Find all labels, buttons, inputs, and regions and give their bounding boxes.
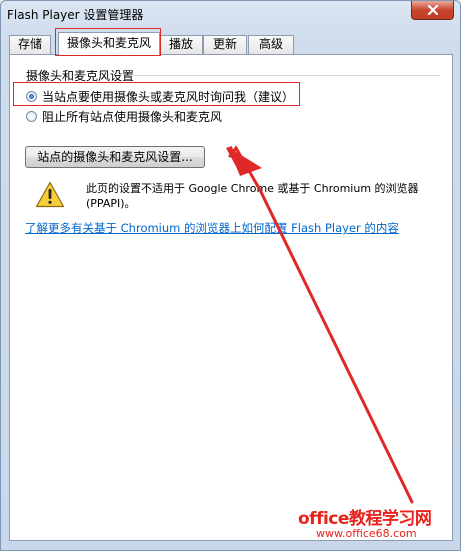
option-ask[interactable]: 当站点要使用摄像头或麦克风时询问我（建议） bbox=[26, 87, 294, 105]
tab-updates[interactable]: 更新 bbox=[203, 35, 247, 54]
watermark-title: office教程学习网 bbox=[298, 509, 432, 529]
warning-text: 此页的设置不适用于 Google Chrome 或基于 Chromium 的浏览… bbox=[86, 182, 419, 210]
tab-advanced[interactable]: 高级 bbox=[248, 35, 294, 54]
group-divider bbox=[130, 75, 440, 76]
site-settings-button[interactable]: 站点的摄像头和麦克风设置... bbox=[25, 146, 205, 168]
close-button[interactable] bbox=[411, 1, 454, 20]
watermark-url: www.office68.com bbox=[316, 527, 417, 540]
tab-camera-microphone[interactable]: 摄像头和麦克风 bbox=[58, 32, 160, 55]
window-title: Flash Player 设置管理器 bbox=[7, 8, 144, 22]
close-icon bbox=[427, 5, 439, 15]
group-label: 摄像头和麦克风设置 bbox=[26, 67, 139, 84]
option-ask-label: 当站点要使用摄像头或麦克风时询问我（建议） bbox=[42, 89, 295, 104]
learn-more-link[interactable]: 了解更多有关基于 Chromium 的浏览器上如何配置 Flash Player… bbox=[25, 220, 399, 236]
option-block-label: 阻止所有站点使用摄像头和麦克风 bbox=[42, 109, 223, 124]
tab-storage[interactable]: 存储 bbox=[9, 35, 51, 54]
radio-ask[interactable] bbox=[26, 90, 37, 102]
warning-triangle-icon bbox=[35, 181, 65, 208]
radio-block[interactable] bbox=[26, 110, 37, 122]
tab-playback[interactable]: 播放 bbox=[159, 35, 203, 54]
tab-panel: 摄像头和麦克风设置 当站点要使用摄像头或麦克风时询问我（建议） 阻止所有站点使用… bbox=[9, 54, 453, 541]
settings-window: Flash Player 设置管理器 存储 摄像头和麦克风 播放 更新 高级 摄… bbox=[0, 0, 461, 551]
title-bar[interactable]: Flash Player 设置管理器 bbox=[1, 1, 460, 25]
option-block[interactable]: 阻止所有站点使用摄像头和麦克风 bbox=[26, 107, 222, 125]
